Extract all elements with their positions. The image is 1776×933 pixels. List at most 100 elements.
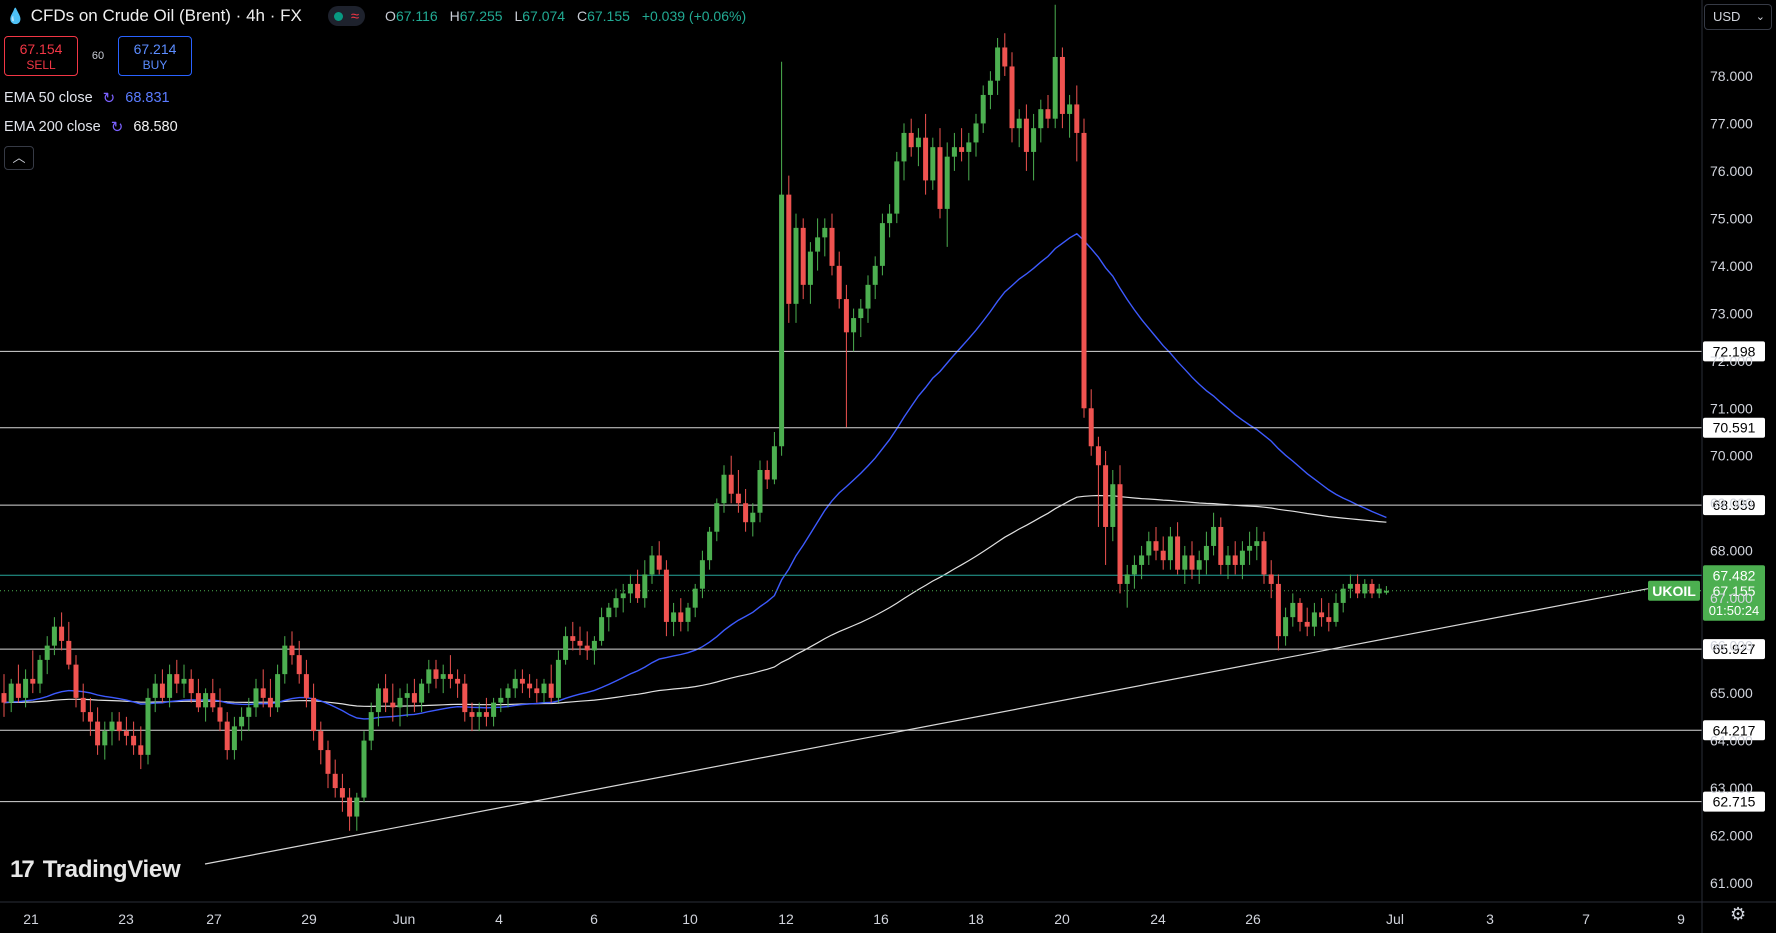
candle-body <box>1369 583 1375 594</box>
candle-body <box>1196 560 1202 570</box>
price-chart[interactable]: 72.19870.59168.95967.48265.92764.21762.7… <box>0 0 1776 933</box>
candle-body <box>1160 550 1166 561</box>
candle-body <box>73 664 79 698</box>
candle-body <box>1182 555 1188 570</box>
y-tick-label: 64.000 <box>1710 733 1753 749</box>
candle-body <box>419 683 425 703</box>
candle-body <box>923 137 929 181</box>
gear-icon[interactable]: ⚙ <box>1730 904 1746 925</box>
candle-body <box>915 137 921 148</box>
x-tick-label: Jun <box>393 911 416 927</box>
candle-body <box>987 80 993 95</box>
candle-body <box>793 227 799 304</box>
candle-body <box>1383 590 1389 593</box>
candle-body <box>1110 484 1116 527</box>
ema50-legend[interactable]: EMA 50 close ↻ 68.831 <box>4 89 170 107</box>
candle-body <box>584 645 590 651</box>
x-tick-label: 3 <box>1486 911 1494 927</box>
candle-body <box>109 721 115 732</box>
candle-body <box>23 678 29 698</box>
candle-body <box>102 731 108 746</box>
chevron-down-icon: ⌄ <box>1755 11 1765 23</box>
candle-body <box>224 721 230 751</box>
candle-body <box>1131 564 1137 575</box>
tradingview-logo: 17 TradingView <box>10 856 181 883</box>
candle-body <box>311 697 317 732</box>
candle-body <box>613 598 619 608</box>
candle-body <box>1211 526 1217 546</box>
candle-body <box>188 678 194 694</box>
trade-panel: 67.154 SELL 60 67.214 BUY <box>4 36 192 76</box>
x-tick-label: 20 <box>1054 911 1070 927</box>
x-tick-label: 9 <box>1677 911 1685 927</box>
candle-body <box>404 693 410 698</box>
candle-body <box>728 474 734 494</box>
candle-body <box>433 669 439 679</box>
chart-header: 💧 CFDs on Crude Oil (Brent) · 4h · FX ≈ … <box>6 4 754 28</box>
candle-body <box>59 626 65 641</box>
candle-body <box>80 697 86 713</box>
candle-body <box>354 797 360 817</box>
candle-body <box>195 693 201 708</box>
candle-body <box>1340 588 1346 603</box>
candle-body <box>253 688 259 708</box>
y-tick-label: 68.000 <box>1710 543 1753 559</box>
candle-body <box>894 161 900 214</box>
candle-body <box>1088 408 1094 447</box>
y-tick-label: 76.000 <box>1710 163 1753 179</box>
candle-body <box>289 645 295 656</box>
candle-body <box>347 797 353 817</box>
x-tick-label: 27 <box>206 911 222 927</box>
candle-body <box>325 750 331 774</box>
candle-body <box>735 493 741 504</box>
candle-body <box>995 47 1001 81</box>
sell-button[interactable]: 67.154 SELL <box>4 36 78 76</box>
market-open-dot-icon <box>333 11 343 21</box>
trend-line-path[interactable] <box>204 588 1649 865</box>
candle-body <box>1261 541 1267 575</box>
change-value: +0.039 (+0.06%) <box>641 8 747 24</box>
candle-body <box>944 156 950 209</box>
chevron-up-icon: ︿ <box>12 150 26 165</box>
candle-body <box>1355 583 1361 594</box>
candle-body <box>1232 555 1238 565</box>
candle-body <box>678 612 684 622</box>
candle-body <box>591 640 597 651</box>
candle-body <box>51 626 57 646</box>
candle-body <box>138 745 144 755</box>
candle-body <box>1268 574 1274 584</box>
candle-body <box>469 712 475 717</box>
candle-body <box>1203 545 1209 561</box>
currency-select[interactable]: USD ⌄ <box>1704 4 1772 30</box>
candle-body <box>757 469 763 513</box>
status-pill[interactable]: ≈ <box>327 6 366 26</box>
candle-body <box>1283 617 1289 637</box>
candle-body <box>275 674 281 708</box>
buy-button[interactable]: 67.214 BUY <box>118 36 192 76</box>
candle-body <box>635 583 641 599</box>
candle-body <box>1311 612 1317 627</box>
candle-body <box>887 213 893 224</box>
candle-body <box>1081 132 1087 409</box>
candle-body <box>527 683 533 689</box>
candle-body <box>1189 555 1195 570</box>
collapse-legend-button[interactable]: ︿ <box>4 146 34 170</box>
symbol-title[interactable]: CFDs on Crude Oil (Brent) · 4h · FX <box>31 6 302 26</box>
oil-drop-icon: 💧 <box>6 8 25 25</box>
candle-body <box>123 731 129 736</box>
candle-body <box>476 712 482 717</box>
y-tick-label: 66.000 <box>1710 638 1753 654</box>
ema200-legend[interactable]: EMA 200 close ↻ 68.580 <box>4 118 178 136</box>
candle-body <box>390 702 396 708</box>
candle-body <box>217 707 223 722</box>
horizontal-levels: 72.19870.59168.95967.48265.92764.21762.7… <box>0 341 1765 812</box>
candle-body <box>1275 583 1281 637</box>
candle-body <box>1254 541 1260 546</box>
y-tick-label: 72.000 <box>1710 353 1753 369</box>
candle-body <box>30 678 36 684</box>
candle-body <box>721 474 727 504</box>
candle-body <box>843 299 849 333</box>
candle-body <box>440 674 446 679</box>
candle-body <box>512 678 518 689</box>
level-label: 70.591 <box>1713 420 1756 436</box>
